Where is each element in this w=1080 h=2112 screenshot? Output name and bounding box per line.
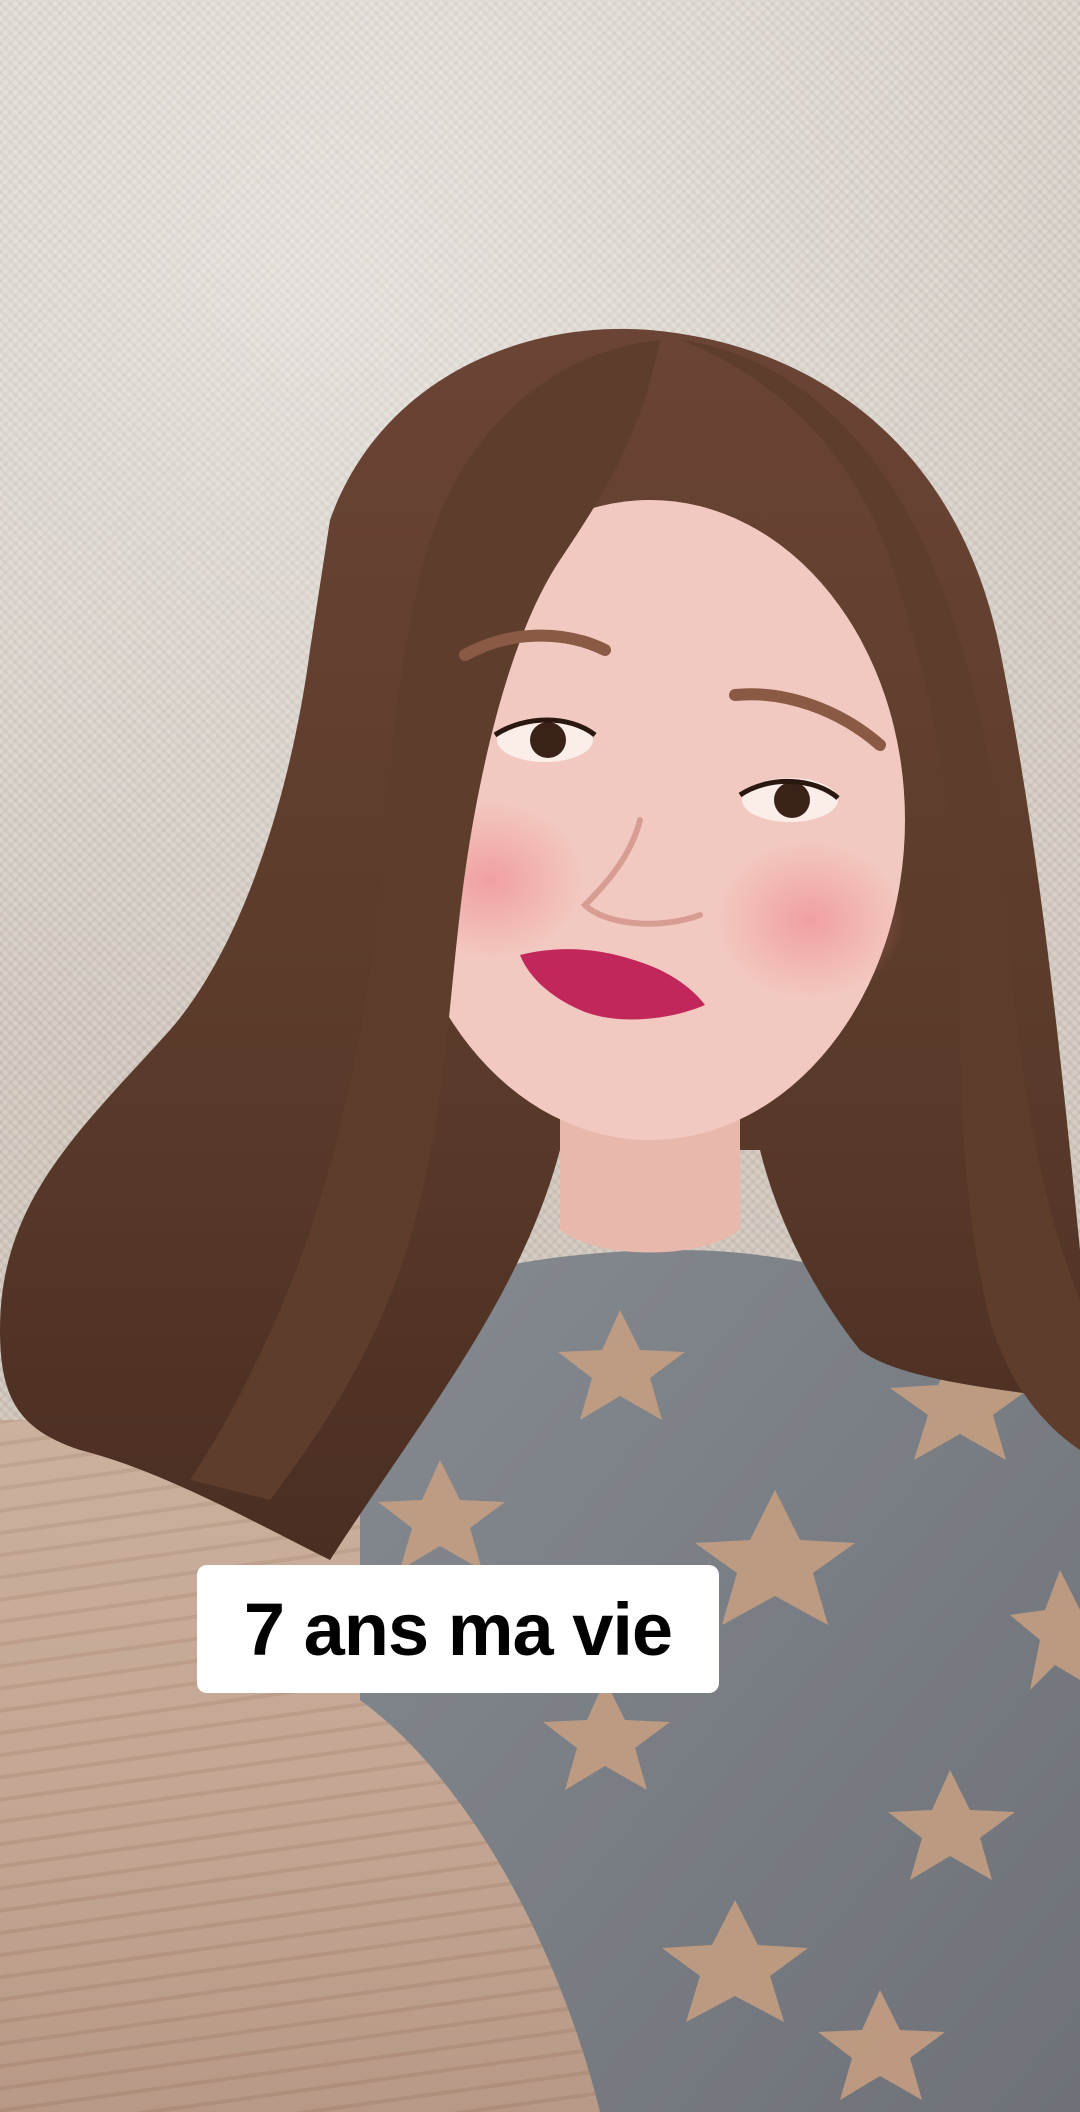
caption-overlay: 7 ans ma vie <box>197 1565 719 1693</box>
video-frame: 7 ans ma vie <box>0 0 1080 2112</box>
cheek-right <box>715 840 905 1000</box>
caption-text: 7 ans ma vie <box>243 1587 673 1671</box>
child-portrait <box>0 328 1080 2112</box>
